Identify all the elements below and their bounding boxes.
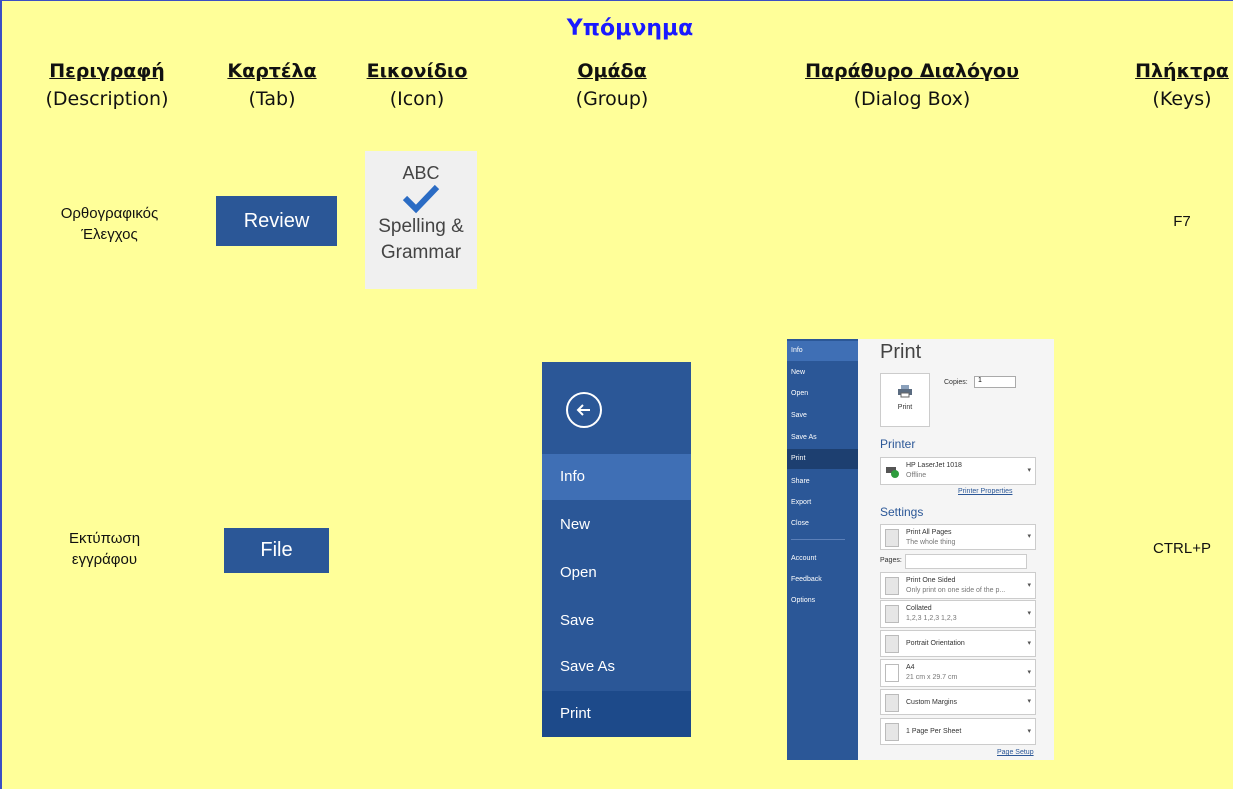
print-heading: Print bbox=[880, 341, 922, 363]
menu-item-open[interactable]: Open bbox=[542, 550, 691, 596]
dialog-side-new[interactable]: New bbox=[787, 363, 858, 383]
dialog-side-account[interactable]: Account bbox=[787, 549, 858, 569]
dialog-side-info[interactable]: Info bbox=[787, 341, 858, 361]
menu-item-info[interactable]: Info bbox=[542, 454, 691, 500]
chevron-down-icon: ▾ bbox=[1027, 698, 1031, 705]
menu-item-new[interactable]: New bbox=[542, 502, 691, 548]
print-pages-select[interactable]: Print All Pages The whole thing ▾ bbox=[880, 524, 1036, 550]
paper-icon bbox=[885, 664, 899, 682]
page-setup-link[interactable]: Page Setup bbox=[997, 749, 1034, 756]
dialog-side-options[interactable]: Options bbox=[787, 591, 858, 611]
row1-keys: F7 bbox=[1173, 213, 1191, 230]
dialog-side-divider bbox=[791, 539, 845, 540]
header-tab: Καρτέλα (Tab) bbox=[227, 60, 317, 110]
header-group: Ομάδα (Group) bbox=[575, 60, 649, 110]
dialog-side-save-as[interactable]: Save As bbox=[787, 428, 858, 448]
chevron-down-icon: ▾ bbox=[1027, 533, 1031, 540]
dialog-side-open[interactable]: Open bbox=[787, 384, 858, 404]
header-dialog: Παράθυρο Διαλόγου (Dialog Box) bbox=[805, 60, 1019, 110]
print-button[interactable]: Print bbox=[880, 373, 930, 427]
spelling-grammar-button[interactable]: ABC Spelling & Grammar bbox=[365, 151, 477, 289]
row2-description: Εκτύπωση εγγράφου bbox=[68, 530, 141, 568]
margins-select[interactable]: Custom Margins ▾ bbox=[880, 689, 1036, 715]
review-tab[interactable]: Review bbox=[216, 196, 337, 246]
checkmark-icon bbox=[365, 184, 477, 214]
printer-icon bbox=[881, 384, 929, 400]
abc-text: ABC bbox=[402, 163, 440, 183]
pages-label: Pages: bbox=[880, 557, 902, 564]
dialog-side-export[interactable]: Export bbox=[787, 493, 858, 513]
header-description: Περιγραφή (Description) bbox=[45, 60, 169, 110]
printer-properties-link[interactable]: Printer Properties bbox=[958, 488, 1012, 495]
back-arrow-icon[interactable] bbox=[566, 392, 602, 428]
file-backstage-menu: Info New Open Save Save As Print bbox=[542, 362, 691, 737]
spelling-label: Spelling & Grammar bbox=[378, 216, 464, 263]
print-dialog: Info New Open Save Save As Print Share E… bbox=[787, 339, 1054, 760]
legend-page: Υπόμνημα Περιγραφή (Description) Καρτέλα(… bbox=[0, 0, 1233, 789]
dialog-side-close[interactable]: Close bbox=[787, 514, 858, 534]
pages-per-sheet-select[interactable]: 1 Page Per Sheet ▾ bbox=[880, 718, 1036, 745]
printer-select[interactable]: HP LaserJet 1018 Offline ▾ bbox=[880, 457, 1036, 485]
file-tab[interactable]: File bbox=[224, 528, 329, 573]
header-keys: Πλήκτρα (Keys) bbox=[1135, 60, 1229, 110]
page-per-sheet-icon bbox=[885, 723, 899, 741]
copies-input[interactable]: 1 bbox=[974, 376, 1016, 388]
dialog-side-share[interactable]: Share bbox=[787, 472, 858, 492]
menu-item-print[interactable]: Print bbox=[542, 691, 691, 737]
row2-keys: CTRL+P bbox=[1153, 540, 1211, 557]
paper-size-select[interactable]: A4 21 cm x 29.7 cm ▾ bbox=[880, 659, 1036, 687]
margins-icon bbox=[885, 694, 899, 712]
dialog-side-print[interactable]: Print bbox=[787, 449, 858, 469]
orientation-select[interactable]: Portrait Orientation ▾ bbox=[880, 630, 1036, 657]
sided-select[interactable]: Print One Sided Only print on one side o… bbox=[880, 572, 1036, 599]
collated-icon bbox=[885, 605, 899, 623]
printer-status-icon bbox=[885, 464, 899, 478]
chevron-down-icon: ▾ bbox=[1027, 669, 1031, 676]
row1-description: Ορθογραφικός Έλεγχος bbox=[60, 205, 159, 243]
legend-title: Υπόμνημα bbox=[566, 16, 694, 41]
menu-item-save-as[interactable]: Save As bbox=[542, 644, 691, 690]
header-icon: Εικονίδιο (Icon) bbox=[366, 60, 468, 110]
collated-select[interactable]: Collated 1,2,3 1,2,3 1,2,3 ▾ bbox=[880, 600, 1036, 628]
dialog-main: Print Print Copies: 1 Printer HP LaserJe… bbox=[858, 339, 1054, 760]
settings-section-title: Settings bbox=[880, 505, 924, 519]
chevron-down-icon: ▾ bbox=[1027, 581, 1031, 589]
chevron-down-icon: ▾ bbox=[1027, 639, 1031, 647]
chevron-down-icon: ▾ bbox=[1027, 610, 1031, 617]
pages-input[interactable] bbox=[905, 554, 1027, 569]
menu-item-save[interactable]: Save bbox=[542, 598, 691, 644]
printer-section-title: Printer bbox=[880, 437, 916, 451]
portrait-icon bbox=[885, 635, 899, 653]
copies-label: Copies: bbox=[944, 379, 968, 386]
dialog-side-feedback[interactable]: Feedback bbox=[787, 570, 858, 590]
chevron-down-icon: ▾ bbox=[1027, 467, 1031, 474]
pages-icon bbox=[885, 529, 899, 547]
dialog-side-save[interactable]: Save bbox=[787, 406, 858, 426]
dialog-sidebar: Info New Open Save Save As Print Share E… bbox=[787, 339, 858, 760]
chevron-down-icon: ▾ bbox=[1027, 727, 1031, 735]
one-sided-icon bbox=[885, 577, 899, 595]
